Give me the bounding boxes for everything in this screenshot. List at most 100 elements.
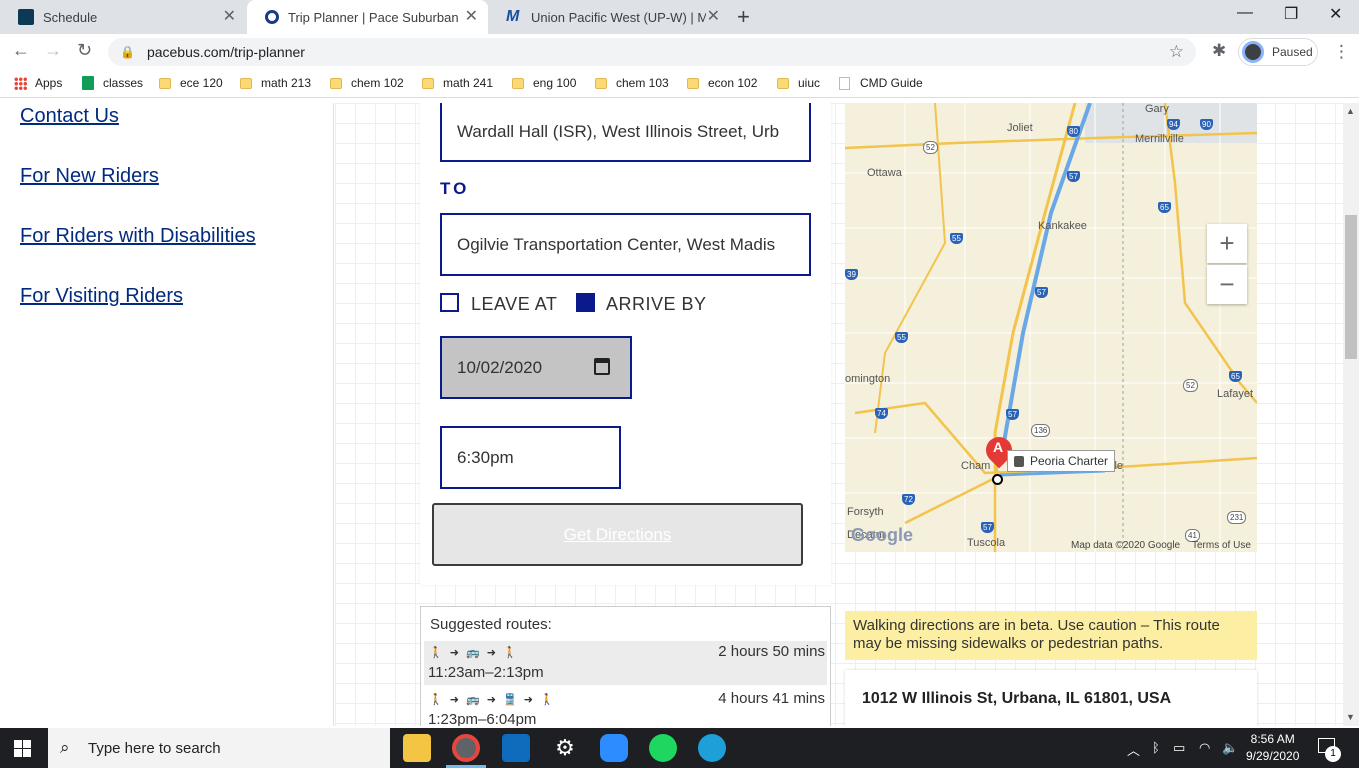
new-tab-icon[interactable]: + bbox=[737, 4, 750, 30]
tab-metra[interactable]: M Union Pacific West (UP-W) | Metr ✕ bbox=[488, 0, 730, 34]
address-bar[interactable]: 🔒 pacebus.com/trip-planner ☆ bbox=[108, 38, 1196, 66]
new-riders-link[interactable]: For New Riders bbox=[20, 165, 159, 188]
route-map[interactable]: Joliet Gary Merrillville Ottawa Kankakee… bbox=[845, 103, 1257, 552]
date-input[interactable]: 10/02/2020 bbox=[440, 336, 632, 399]
bookmark-label: classes bbox=[103, 76, 144, 90]
windows-start-icon[interactable] bbox=[14, 740, 31, 757]
time-input[interactable]: 6:30pm bbox=[440, 426, 621, 489]
bus-icon bbox=[1014, 455, 1024, 467]
highway-shield: 231 bbox=[1227, 511, 1247, 524]
get-directions-button[interactable]: Get Directions bbox=[432, 503, 803, 566]
start-address: 1012 W Illinois St, Urbana, IL 61801, US… bbox=[862, 690, 1172, 707]
tooltip-text: Peoria Charter bbox=[1030, 454, 1109, 468]
bookmark-classes[interactable]: classes bbox=[82, 76, 143, 90]
map-city-label: Tuscola bbox=[967, 537, 1006, 549]
avatar bbox=[1242, 41, 1264, 63]
arrive-by-checkbox[interactable] bbox=[576, 293, 595, 312]
close-window-icon[interactable]: ✕ bbox=[1329, 4, 1342, 24]
folder-icon bbox=[240, 77, 252, 89]
beta-notice: Walking directions are in beta. Use caut… bbox=[845, 611, 1257, 660]
minimize-icon[interactable]: — bbox=[1237, 4, 1253, 22]
zoom-in-button[interactable]: + bbox=[1207, 224, 1247, 263]
stop-tooltip[interactable]: Peoria Charter bbox=[1007, 450, 1116, 472]
to-label: TO bbox=[440, 179, 470, 198]
google-logo: Google bbox=[851, 525, 913, 545]
notification-count: 1 bbox=[1325, 746, 1341, 762]
bookmark-label: math 241 bbox=[443, 76, 494, 90]
bookmark-folder[interactable]: chem 102 bbox=[330, 76, 404, 90]
scroll-down-icon[interactable]: ▼ bbox=[1346, 712, 1355, 722]
bookmark-star-icon[interactable]: ☆ bbox=[1169, 42, 1184, 62]
terms-link[interactable]: Terms of Use bbox=[1192, 540, 1251, 551]
suggested-routes: Suggested routes: 🚶 ➜ 🚌 ➜ 🚶 2 hours 50 m… bbox=[420, 606, 831, 726]
forward-icon[interactable]: → bbox=[44, 40, 62, 61]
bookmark-label: ece 120 bbox=[180, 76, 223, 90]
bookmark-label: chem 102 bbox=[351, 76, 404, 90]
marker-label: A bbox=[993, 439, 1004, 455]
folder-icon bbox=[777, 77, 789, 89]
bookmark-label: math 213 bbox=[261, 76, 312, 90]
battery-icon[interactable]: ▭ bbox=[1173, 740, 1185, 756]
riders-disabilities-link[interactable]: For Riders with Disabilities bbox=[20, 225, 256, 248]
tab-title: Schedule bbox=[43, 9, 98, 25]
from-input[interactable]: Wardall Hall (ISR), West Illinois Street… bbox=[440, 103, 811, 162]
zoom-out-button[interactable]: − bbox=[1207, 265, 1247, 304]
to-input[interactable]: Ogilvie Transportation Center, West Madi… bbox=[440, 213, 811, 276]
menu-icon[interactable]: ⋮ bbox=[1333, 42, 1350, 62]
map-city-label: Lafayet bbox=[1217, 388, 1254, 400]
file-explorer-icon[interactable] bbox=[403, 734, 431, 762]
bookmark-folder[interactable]: eng 100 bbox=[512, 76, 576, 90]
outlook-icon[interactable] bbox=[502, 734, 530, 762]
calendar-icon[interactable] bbox=[594, 358, 610, 375]
tab-trip-planner[interactable]: Trip Planner | Pace Suburban Bus ✕ bbox=[247, 0, 488, 34]
date-value: 10/02/2020 bbox=[457, 357, 543, 377]
reload-icon[interactable]: ↻ bbox=[77, 40, 92, 61]
scroll-thumb[interactable] bbox=[1345, 215, 1357, 359]
wifi-icon[interactable]: ◠ bbox=[1199, 740, 1210, 756]
restore-icon[interactable]: ❐ bbox=[1284, 4, 1298, 24]
taskbar-clock[interactable]: 8:56 AM 9/29/2020 bbox=[1246, 731, 1299, 765]
bookmark-folder[interactable]: econ 102 bbox=[687, 76, 757, 90]
tab-schedule[interactable]: Schedule ✕ bbox=[0, 0, 246, 34]
map-canvas bbox=[845, 103, 1257, 552]
bookmark-folder[interactable]: uiuc bbox=[777, 76, 820, 90]
extensions-icon[interactable]: ✱ bbox=[1212, 41, 1226, 61]
stop-dot-icon[interactable] bbox=[992, 474, 1003, 485]
route-duration: 4 hours 41 mins bbox=[718, 690, 825, 707]
contact-us-link[interactable]: Contact Us bbox=[20, 105, 119, 128]
close-tab-icon[interactable]: ✕ bbox=[465, 8, 478, 26]
highway-shield: 65 bbox=[1158, 202, 1171, 213]
profile-button[interactable]: Paused bbox=[1238, 38, 1318, 66]
tab-title: Union Pacific West (UP-W) | Metr bbox=[531, 9, 706, 25]
bookmark-apps[interactable]: Apps bbox=[14, 76, 62, 90]
highway-shield: 72 bbox=[902, 494, 915, 505]
close-tab-icon[interactable]: ✕ bbox=[223, 8, 236, 26]
bookmark-folder[interactable]: chem 103 bbox=[595, 76, 669, 90]
spotify-icon[interactable] bbox=[649, 734, 677, 762]
settings-gear-icon[interactable]: ⚙ bbox=[551, 734, 579, 762]
volume-icon[interactable]: 🔈 bbox=[1222, 740, 1238, 756]
tray-chevron-icon[interactable]: ︿ bbox=[1127, 740, 1140, 759]
route-option[interactable]: 🚶 ➜ 🚌 ➜ 🚶 2 hours 50 mins 11:23am–2:13pm bbox=[424, 641, 827, 685]
bluetooth-icon[interactable]: ᛒ bbox=[1152, 740, 1160, 755]
bookmark-folder[interactable]: ece 120 bbox=[159, 76, 223, 90]
highway-shield: 39 bbox=[845, 269, 858, 280]
close-tab-icon[interactable]: ✕ bbox=[707, 8, 720, 26]
map-city-label: Kankakee bbox=[1038, 220, 1087, 232]
taskbar-search[interactable]: ⌕ Type here to search bbox=[48, 728, 390, 768]
scroll-up-icon[interactable]: ▲ bbox=[1346, 106, 1355, 116]
taskbar-search-placeholder: Type here to search bbox=[88, 739, 221, 757]
bookmark-cmd-guide[interactable]: CMD Guide bbox=[839, 76, 923, 90]
bookmark-folder[interactable]: math 213 bbox=[240, 76, 311, 90]
metra-favicon-icon: M bbox=[506, 8, 520, 25]
map-city-label: Cham bbox=[961, 460, 991, 472]
bookmark-folder[interactable]: math 241 bbox=[422, 76, 493, 90]
leave-at-checkbox[interactable] bbox=[440, 293, 459, 312]
back-icon[interactable]: ← bbox=[12, 40, 30, 61]
edge-icon[interactable] bbox=[698, 734, 726, 762]
route-option[interactable]: 🚶 ➜ 🚌 ➜ 🚆 ➜ 🚶 4 hours 41 mins 1:23pm–6:0… bbox=[424, 688, 827, 726]
zoom-app-icon[interactable] bbox=[600, 734, 628, 762]
page-scrollbar[interactable]: ▲ ▼ bbox=[1343, 103, 1359, 726]
visiting-riders-link[interactable]: For Visiting Riders bbox=[20, 285, 183, 308]
chrome-icon[interactable] bbox=[452, 734, 480, 762]
